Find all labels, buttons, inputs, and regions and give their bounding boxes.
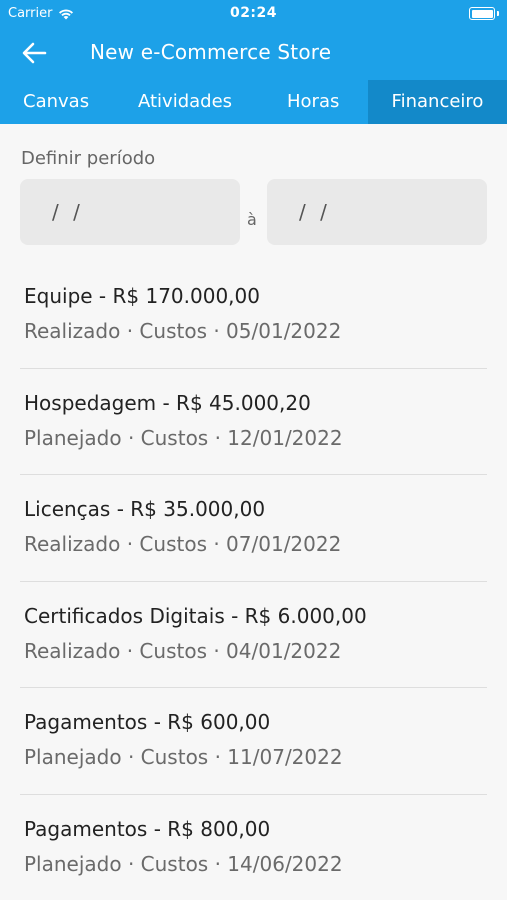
entry-subtitle: Planejado · Custos · 12/01/2022 [24,425,343,450]
entry-title: Pagamentos - R$ 800,00 [24,816,271,841]
start-date-field[interactable]: / / [20,179,240,245]
entry-subtitle: Realizado · Custos · 04/01/2022 [24,638,342,663]
navigation-bar: New e-Commerce Store [0,30,507,76]
battery-icon [469,7,499,20]
financial-entries-list: Equipe - R$ 170.000,00 Realizado · Custo… [0,262,507,900]
end-date-field[interactable]: / / [267,179,487,245]
entry-title: Equipe - R$ 170.000,00 [24,284,260,308]
list-item[interactable]: Equipe - R$ 170.000,00 Realizado · Custo… [0,262,507,369]
status-time: 02:24 [229,5,278,21]
tab-financeiro[interactable]: Financeiro [368,80,507,124]
list-item[interactable]: Licenças - R$ 35.000,00 Realizado · Cust… [0,475,507,582]
page-title: New e-Commerce Store [90,40,332,64]
entry-subtitle: Planejado · Custos · 14/06/2022 [24,851,343,876]
period-label: Definir período [21,148,156,169]
entry-title: Licenças - R$ 35.000,00 [24,497,266,521]
tab-atividades[interactable]: Atividades [138,80,232,124]
entry-title: Certificados Digitais - R$ 6.000,00 [24,603,367,628]
date-separator: à [247,210,257,229]
tab-canvas[interactable]: Canvas [23,80,89,124]
entry-subtitle: Realizado · Custos · 07/01/2022 [24,532,342,556]
app-header: Carrier 02:24 New e-Commerce Store Canva… [0,0,507,124]
entry-title: Pagamentos - R$ 600,00 [24,710,271,734]
list-item[interactable]: Certificados Digitais - R$ 6.000,00 Real… [0,582,507,688]
list-item[interactable]: Pagamentos - R$ 600,00 Planejado · Custo… [0,688,507,795]
entry-subtitle: Realizado · Custos · 05/01/2022 [24,319,342,343]
tab-horas[interactable]: Horas [287,80,339,124]
list-item[interactable]: Pagamentos - R$ 800,00 Planejado · Custo… [0,795,507,900]
entry-title: Hospedagem - R$ 45.000,20 [24,390,311,415]
arrow-left-icon[interactable] [20,40,48,66]
list-item[interactable]: Hospedagem - R$ 45.000,20 Planejado · Cu… [0,369,507,475]
status-bar: Carrier 02:24 [0,0,507,28]
entry-subtitle: Planejado · Custos · 11/07/2022 [24,745,343,769]
tab-bar: Canvas Atividades Horas Financeiro [0,80,507,124]
